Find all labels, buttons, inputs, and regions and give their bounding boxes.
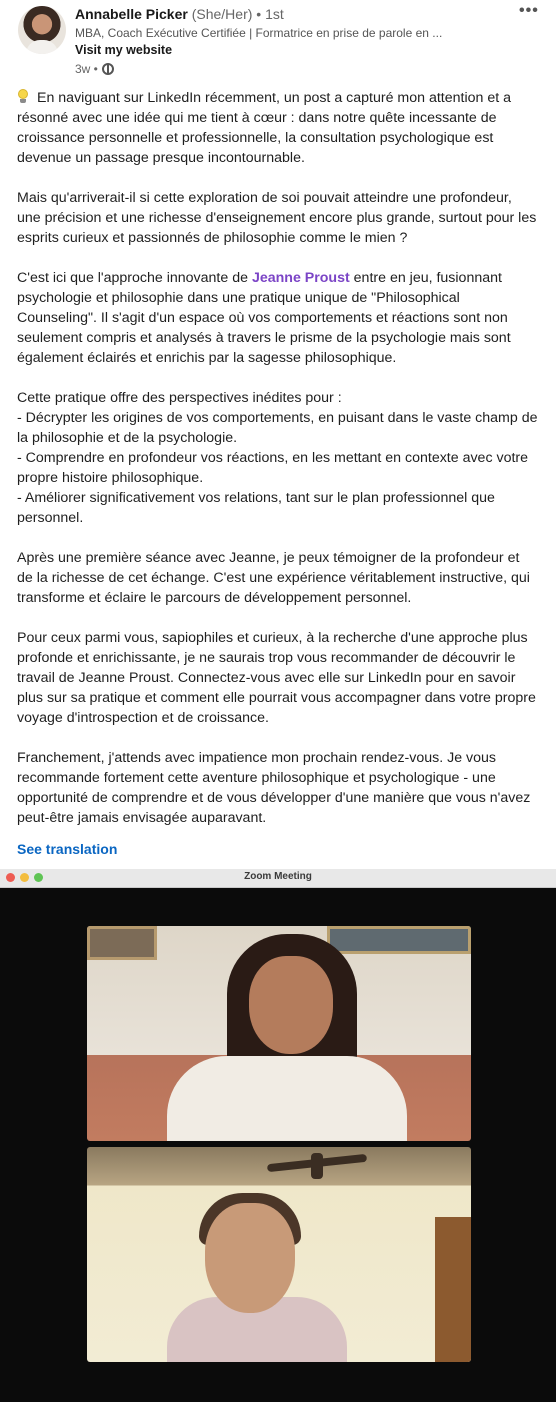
author-pronouns: (She/Her): [191, 6, 253, 22]
bullet-item: - Comprendre en profondeur vos réactions…: [17, 450, 529, 486]
globe-icon: [101, 63, 114, 75]
post-paragraph-7: Franchement, j'attends avec impatience m…: [17, 750, 531, 826]
author-line: Annabelle Picker (She/Her) • 1st: [75, 6, 284, 22]
post-meta: 3w •: [75, 62, 114, 76]
post-paragraph-5: Après une première séance avec Jeanne, j…: [17, 550, 530, 606]
author-name[interactable]: Annabelle Picker: [75, 6, 188, 22]
light-bulb-icon: [17, 89, 29, 104]
post-header: Annabelle Picker (She/Her) • 1st MBA, Co…: [0, 0, 556, 84]
post-image-zoom-screenshot[interactable]: Zoom Meeting: [0, 869, 556, 1402]
author-headline: MBA, Coach Exécutive Certifiée | Formatr…: [75, 26, 443, 40]
bullet-item: - Améliorer significativement vos relati…: [17, 490, 495, 526]
visit-website-link[interactable]: Visit my website: [75, 43, 172, 57]
bullets-intro: Cette pratique offre des perspectives in…: [17, 390, 342, 406]
post-body: En naviguant sur LinkedIn récemment, un …: [17, 88, 539, 848]
post-paragraph-6: Pour ceux parmi vous, sapiophiles et cur…: [17, 630, 536, 726]
post-paragraph-2: Mais qu'arriverait-il si cette explorati…: [17, 190, 537, 246]
post-paragraph-3: C'est ici que l'approche innovante de Je…: [17, 270, 511, 366]
bullet-item: - Décrypter les origines de vos comporte…: [17, 410, 538, 446]
post-paragraph-4: Cette pratique offre des perspectives in…: [17, 388, 539, 528]
participant-video-2: [87, 1147, 471, 1362]
post-paragraph-1: En naviguant sur LinkedIn récemment, un …: [17, 89, 511, 166]
mention-jeanne-proust[interactable]: Jeanne Proust: [252, 270, 350, 286]
participant-video-1: [87, 926, 471, 1141]
avatar[interactable]: [18, 6, 66, 54]
zoom-title-bar: Zoom Meeting: [0, 869, 556, 888]
more-options-button[interactable]: •••: [519, 2, 539, 20]
connection-degree: • 1st: [256, 6, 284, 22]
zoom-window-title: Zoom Meeting: [244, 871, 312, 882]
see-translation-link[interactable]: See translation: [17, 841, 117, 857]
post-time: 3w •: [75, 62, 98, 76]
